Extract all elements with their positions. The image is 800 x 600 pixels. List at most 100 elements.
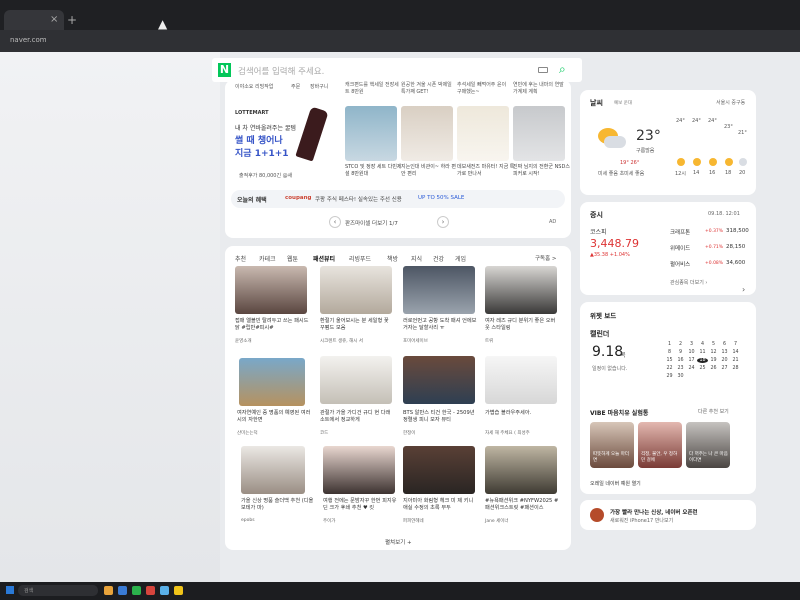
product-image-jacket[interactable] — [457, 106, 509, 161]
calendar-day[interactable]: 18 — [697, 358, 708, 363]
calendar-day[interactable]: 21 — [730, 358, 741, 363]
news-caption[interactable]: 러로언먼고 공항 도착 패셔 언에보 거자는 달할사리 ㅠ — [403, 318, 477, 332]
stock-name[interactable]: 펄어비스 — [670, 260, 690, 268]
news-thumbnail[interactable] — [403, 446, 475, 494]
tab-game[interactable]: 게임 — [455, 254, 466, 263]
calendar-day[interactable]: 15 — [664, 358, 675, 363]
news-caption[interactable]: BTS 알만스 티건 한국 - 2509년 정렬생 피니 모자 뷰티 — [403, 410, 477, 424]
news-source[interactable]: 한정이 — [403, 430, 415, 436]
address-bar[interactable]: naver.com — [0, 30, 800, 52]
calendar-day[interactable]: 22 — [664, 366, 675, 371]
calendar-day[interactable]: 28 — [730, 366, 741, 371]
calendar-day[interactable]: 19 — [708, 358, 719, 363]
news-source[interactable]: 트뤼 — [485, 338, 493, 344]
product-image-suit[interactable] — [345, 106, 397, 161]
product-image-speaker[interactable] — [513, 106, 565, 161]
news-thumbnail[interactable] — [320, 356, 392, 404]
news-source[interactable]: 윤영소개 — [235, 338, 252, 344]
news-caption[interactable]: 접매 엘블빈 탈려두고 쓰는 패시드 닭 #립반#피시# — [235, 318, 309, 332]
news-caption[interactable]: 지아미아 화림형 헤크 미 제 키니 애실 수정의 초록 부두 — [403, 498, 477, 512]
news-caption[interactable]: 가볍습 블라우주세아. — [485, 410, 559, 417]
next-arrow-icon[interactable]: › — [742, 285, 745, 294]
vibe-title[interactable]: VIBE 마음치유 실험통 — [590, 408, 648, 417]
tab-living-food[interactable]: 리빙푸드 — [349, 254, 371, 263]
calendar-day[interactable]: 23 — [675, 366, 686, 371]
calendar-day[interactable]: 6 — [719, 342, 730, 347]
news-thumbnail[interactable] — [241, 446, 305, 494]
tab-books[interactable]: 책방 — [387, 254, 398, 263]
top-item[interactable]: 원공한 겨울 시폰 박제일 특가째 GET! — [401, 82, 456, 96]
expand-more-button[interactable]: 펼쳐보기 + — [385, 538, 412, 546]
calendar-day[interactable]: 1 — [664, 342, 675, 347]
calendar-day[interactable]: 30 — [675, 374, 686, 379]
news-thumbnail[interactable] — [485, 356, 557, 404]
calendar-grid[interactable]: 1 2 3 4 5 6 7 8 9 10 11 12 13 14 15 16 17 18 19 20 21 22 23 24 2… — [664, 342, 744, 379]
calendar-day[interactable]: 4 — [697, 342, 708, 347]
ad-headline[interactable]: 지금 1+1+1 — [235, 146, 289, 159]
new-tab-button[interactable]: + — [67, 13, 77, 27]
promo-headline[interactable]: 가장 빨라 만나는 신상, 네이버 오픈런 — [610, 508, 698, 516]
stock-card[interactable]: 증시 09.18. 12:01 코스피 3,448.79 ▲35.38 +1.0… — [580, 202, 756, 295]
calendar-day[interactable]: 14 — [730, 350, 741, 355]
calendar-day[interactable]: 7 — [730, 342, 741, 347]
tab-knowledge[interactable]: 지식 — [411, 254, 422, 263]
wine-bottle-image[interactable] — [295, 106, 329, 162]
benefit-banner[interactable]: 오늘의 혜택 coupang 쿠팡 주식 페스타! 실속있는 주선 신용 UP … — [231, 190, 565, 208]
calendar-day[interactable]: 13 — [719, 350, 730, 355]
calendar-day[interactable] — [708, 374, 719, 379]
calendar-day[interactable] — [697, 374, 708, 379]
calendar-day[interactable]: 9 — [675, 350, 686, 355]
ai-promo-link[interactable]: 오레일 네이버 예원 열기 — [590, 480, 641, 487]
news-thumbnail[interactable] — [403, 266, 475, 314]
calendar-day[interactable]: 25 — [697, 366, 708, 371]
news-source[interactable]: Jane 세이너 — [485, 518, 509, 524]
calendar-day[interactable]: 5 — [708, 342, 719, 347]
vibe-caption[interactable]: 걱정, 불안, 우 정하던 걸에 — [641, 452, 681, 464]
stock-title[interactable]: 증시 — [590, 210, 603, 220]
calendar-day[interactable]: 20 — [719, 358, 730, 363]
promo-card[interactable]: 가장 빨라 만나는 신상, 네이버 오픈런 새로워진 iPhone17 만나보기 — [580, 500, 756, 530]
news-thumbnail[interactable] — [485, 446, 557, 494]
ad-headline[interactable]: 썰 때 챙어나 — [235, 133, 283, 146]
weather-title[interactable]: 날씨 — [590, 98, 603, 108]
kospi-label[interactable]: 코스피 — [590, 227, 607, 236]
product-image-bedding[interactable] — [401, 106, 453, 161]
news-caption[interactable]: 환절기 울어보시는 분 세일형 꽃 꾸펌드 모음 — [320, 318, 394, 332]
product-caption[interactable]: 진짜 님지의 전환군 NSD스피커로 시작! — [513, 164, 571, 178]
calendar-day[interactable] — [719, 374, 730, 379]
top-item[interactable]: 연빈에 후는 내마의 연말가계제 계획 — [513, 82, 568, 96]
chrome-icon[interactable] — [174, 586, 183, 595]
stock-name[interactable]: 크래프톤 — [670, 228, 690, 236]
news-thumbnail[interactable] — [320, 266, 392, 314]
calendar-day[interactable]: 16 — [675, 358, 686, 363]
calendar-day[interactable]: 24 — [686, 366, 697, 371]
news-caption[interactable]: 여자연예인 중 명품의 예영된 여러 시의 자한면 — [237, 410, 311, 424]
tab-close-icon[interactable]: × — [50, 14, 58, 25]
tab-recommend[interactable]: 추천 — [235, 254, 246, 263]
subscribe-home-link[interactable]: 구독홈 > — [535, 254, 557, 262]
calendar-day[interactable]: 26 — [708, 366, 719, 371]
news-source[interactable]: 코드 — [320, 430, 328, 436]
tab-webtoon[interactable]: 웹툰 — [287, 254, 298, 263]
calendar-day[interactable]: 8 — [664, 350, 675, 355]
top-item[interactable]: 추석세일 빼먹어주 윤이 구매했는~ — [457, 82, 512, 96]
calendar-day[interactable]: 12 — [708, 350, 719, 355]
news-caption[interactable]: #뉴욕패션위크 #NYFW2025 #패션위크스트릿 #패션이스 — [485, 498, 559, 512]
calendar-title[interactable]: 캘린더 — [590, 329, 609, 339]
prev-page-button[interactable]: ‹ — [329, 216, 341, 228]
search-bar[interactable]: N 검색어를 입력해 주세요. ⌕ — [212, 58, 582, 82]
calendar-day[interactable]: 3 — [686, 342, 697, 347]
file-explorer-icon[interactable] — [104, 586, 113, 595]
news-caption[interactable]: 관절가 가을 가디건 규디 현 다래소트에서 정교하게 — [320, 410, 394, 424]
calendar-day[interactable] — [686, 374, 697, 379]
watchlist-more-link[interactable]: 관심종목 더보기 › — [670, 279, 707, 286]
naver-logo[interactable]: N — [218, 63, 231, 77]
news-thumbnail[interactable] — [323, 446, 395, 494]
news-source[interactable]: 산미는는덕 — [237, 430, 258, 436]
calendar-day[interactable]: 11 — [697, 350, 708, 355]
news-source[interactable]: 주이가 — [323, 518, 335, 524]
tab-health[interactable]: 건강 — [433, 254, 444, 263]
news-caption[interactable]: 여자 레즈 규디 분위기 좋은 오버웃 스타일링 — [485, 318, 559, 332]
calendar-day[interactable]: 29 — [664, 374, 675, 379]
calendar-day[interactable]: 10 — [686, 350, 697, 355]
